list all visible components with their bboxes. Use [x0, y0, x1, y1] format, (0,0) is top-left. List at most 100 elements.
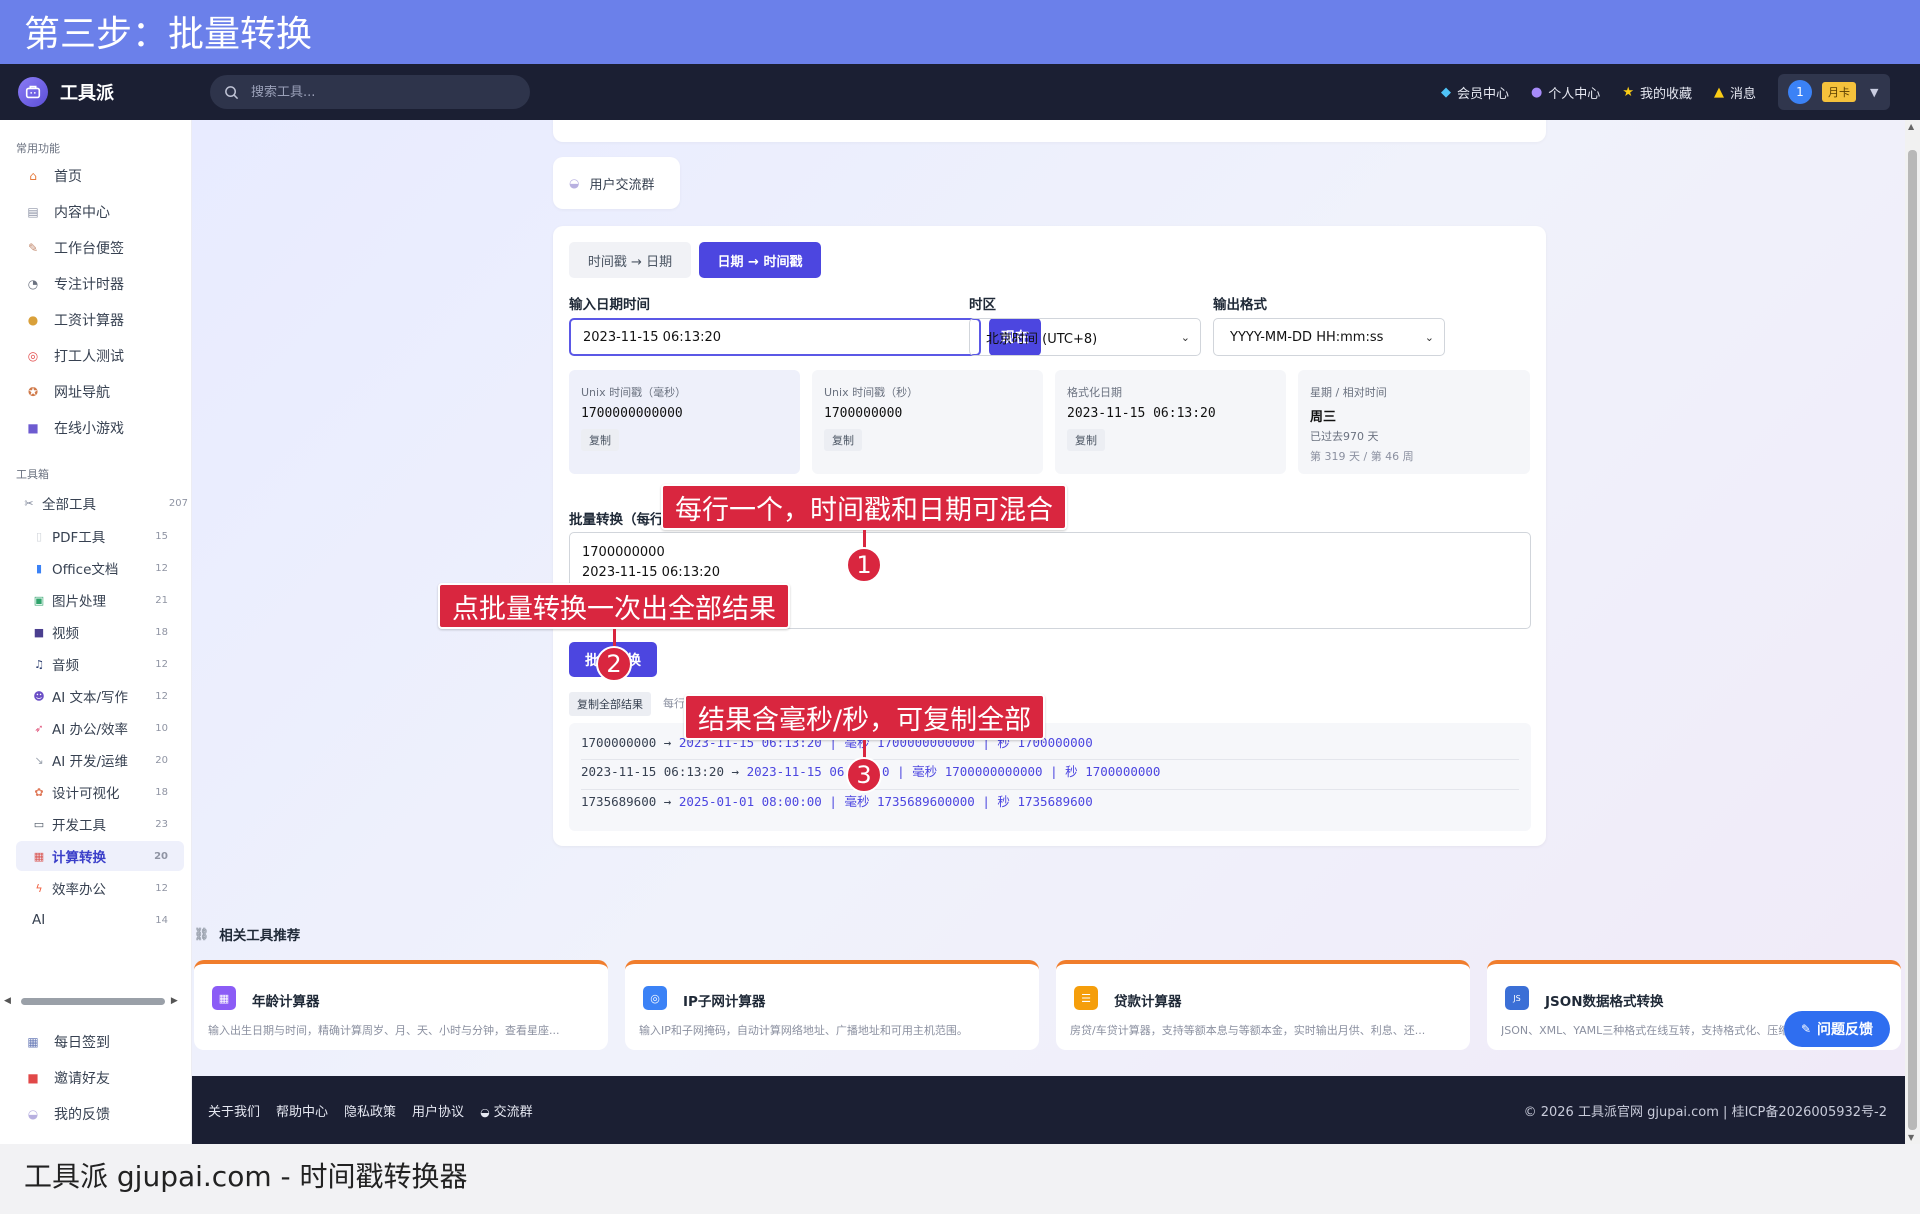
- sidebar-item-dev-tools[interactable]: ▭ 开发工具 23: [32, 811, 168, 837]
- timezone-label: 时区: [969, 297, 996, 313]
- music-icon: ♫: [34, 657, 44, 671]
- sidebar-item-ai[interactable]: AI 14: [32, 907, 168, 933]
- chat-icon: ◒: [569, 176, 580, 190]
- sidebar-item-nav[interactable]: ✪ 网址导航: [24, 380, 110, 404]
- copyright: © 2026 工具派官网 gjupai.com | 桂ICP备202600593…: [1523, 1104, 1887, 1120]
- sidebar-item-timer[interactable]: ◔ 专注计时器: [24, 272, 124, 296]
- tools-icon: ✂: [24, 496, 34, 510]
- sidebar-item-image[interactable]: ▣ 图片处理 21: [32, 587, 168, 613]
- timer-icon: ◔: [27, 277, 39, 291]
- memo-icon: ✎: [27, 241, 39, 255]
- memo-icon: ✎: [1800, 1022, 1812, 1036]
- sidebar-item-efficiency[interactable]: ϟ 效率办公 12: [32, 875, 168, 901]
- caption-banner: 工具派 gjupai.com - 时间戳转换器: [0, 1144, 1920, 1214]
- datetime-input[interactable]: [569, 318, 981, 356]
- annotation-badge-2: 2: [596, 646, 632, 682]
- sidebar-item-office[interactable]: ▮ Office文档 12: [32, 555, 168, 581]
- related-card-age-calculator[interactable]: ▦ 年龄计算器 输入出生日期与时间，精确计算周岁、月、天、小时与分钟，查看星座.…: [194, 960, 608, 1050]
- nav-profile[interactable]: ● 个人中心: [1531, 83, 1600, 102]
- sidebar-horizontal-scrollbar[interactable]: ◀ ▶: [4, 993, 188, 1009]
- sidebar-item-design[interactable]: ✿ 设计可视化 18: [32, 779, 168, 805]
- feedback-button[interactable]: ✎ 问题反馈: [1784, 1011, 1890, 1047]
- office-icon: ▮: [35, 561, 43, 575]
- sidebar-section-common: 常用功能: [16, 142, 60, 155]
- intro-panel-bottom: [553, 120, 1546, 142]
- lightning-icon: ϟ: [35, 881, 43, 895]
- per-line-hint: 每行: [663, 697, 685, 710]
- footer-link-about[interactable]: 关于我们: [208, 1101, 260, 1120]
- sidebar-item-ai-office[interactable]: ➶ AI 办公/效率 10: [32, 715, 168, 741]
- sidebar-item-video[interactable]: ■ 视频 18: [32, 619, 168, 645]
- chat-icon: ◒: [27, 1107, 39, 1121]
- calendar-icon: ▦: [27, 1035, 39, 1049]
- scroll-thumb[interactable]: [20, 997, 165, 1005]
- sidebar-item-invite[interactable]: ■ 邀请好友: [24, 1066, 110, 1090]
- person-icon: ●: [1530, 84, 1543, 100]
- search-input[interactable]: [251, 84, 501, 100]
- document-icon: ☰: [1074, 986, 1098, 1010]
- pdf-icon: ▯: [35, 529, 43, 543]
- related-card-ip-subnet[interactable]: ◎ IP子网计算器 输入IP和子网掩码，自动计算网络地址、广播地址和可用主机范围…: [625, 960, 1039, 1050]
- copy-seconds-button[interactable]: 复制: [824, 429, 862, 451]
- membership-badge: 月卡: [1822, 82, 1856, 102]
- compass-icon: ✪: [27, 385, 39, 399]
- output-format-select[interactable]: YYYY-MM-DD HH:mm:ss ⌄: [1213, 318, 1445, 356]
- result-formatted-date: 格式化日期 2023-11-15 06:13:20 复制: [1055, 370, 1286, 474]
- scroll-thumb[interactable]: [1908, 150, 1917, 1130]
- annotation-callout-3: 结果含毫秒/秒，可复制全部: [684, 694, 1046, 740]
- scroll-right-icon[interactable]: ▶: [171, 996, 178, 1006]
- chevron-down-icon: ⌄: [1424, 330, 1434, 344]
- sidebar-item-ai-writing[interactable]: ☻ AI 文本/写作 12: [32, 683, 168, 709]
- footer-link-terms[interactable]: 用户协议: [412, 1101, 464, 1120]
- copy-ms-button[interactable]: 复制: [581, 429, 619, 451]
- diamond-icon: ◆: [1440, 84, 1451, 100]
- sidebar-item-ai-dev[interactable]: ↘ AI 开发/运维 20: [32, 747, 168, 773]
- sidebar-item-games[interactable]: ■ 在线小游戏: [24, 416, 124, 440]
- sidebar-item-all-tools[interactable]: ✂ 全部工具 207: [22, 490, 188, 516]
- footer-link-community[interactable]: ◒ 交流群: [480, 1101, 533, 1120]
- sidebar-item-salary[interactable]: ● 工资计算器: [24, 308, 124, 332]
- sidebar-item-content[interactable]: ▤ 内容中心: [24, 200, 110, 224]
- sidebar-item-notes[interactable]: ✎ 工作台便签: [24, 236, 124, 260]
- toolbox-logo-icon: [18, 77, 48, 107]
- footer-link-help[interactable]: 帮助中心: [276, 1101, 328, 1120]
- related-tools-title: ⛓ 相关工具推荐: [194, 927, 301, 944]
- footer-link-privacy[interactable]: 隐私政策: [344, 1101, 396, 1120]
- result-seconds: Unix 时间戳（秒） 1700000000 复制: [812, 370, 1043, 474]
- community-group-button[interactable]: ◒ 用户交流群: [553, 157, 680, 209]
- chevron-down-icon: ⌄: [1180, 330, 1190, 344]
- sidebar-item-feedback[interactable]: ◒ 我的反馈: [24, 1102, 110, 1126]
- related-card-loan-calculator[interactable]: ☰ 贷款计算器 房贷/车贷计算器，支持等额本息与等额本金，实时输出月供、利息、还…: [1056, 960, 1470, 1050]
- step-banner: 第三步：批量转换: [0, 0, 1920, 64]
- scroll-down-icon[interactable]: ▼: [1908, 1133, 1914, 1142]
- sidebar-item-worker-test[interactable]: ◎ 打工人测试: [24, 344, 124, 368]
- brand-logo[interactable]: 工具派: [18, 77, 192, 107]
- copy-formatted-button[interactable]: 复制: [1067, 429, 1105, 451]
- link-icon: ⛓: [194, 927, 210, 941]
- tab-timestamp-to-date[interactable]: 时间戳 → 日期: [569, 242, 691, 278]
- scroll-up-icon[interactable]: ▲: [1908, 122, 1914, 131]
- timezone-select[interactable]: 北京时间 (UTC+8) ⌄: [969, 318, 1201, 356]
- star-icon: ★: [1622, 84, 1634, 100]
- sidebar-item-calc-convert[interactable]: ▦ 计算转换 20: [16, 841, 184, 871]
- timestamp-converter-card: 时间戳 → 日期 日期 → 时间戳 输入日期时间 现在 时区 北京时间 (UTC…: [553, 226, 1546, 846]
- scroll-left-icon[interactable]: ◀: [4, 996, 11, 1006]
- chat-icon: ◒: [480, 1105, 490, 1119]
- calendar-icon: ▦: [212, 986, 236, 1010]
- sidebar-item-pdf[interactable]: ▯ PDF工具 15: [32, 523, 168, 549]
- wrench-icon: ↘: [34, 753, 44, 767]
- nav-messages[interactable]: ▲ 消息: [1714, 83, 1756, 102]
- robot-icon: ☻: [33, 689, 45, 703]
- search-bar[interactable]: [210, 75, 530, 109]
- sidebar-item-audio[interactable]: ♫ 音频 12: [32, 651, 168, 677]
- sidebar: 常用功能 ⌂ 首页 ▤ 内容中心 ✎ 工作台便签 ◔ 专注计时器 ● 工资计算器 ◎ 打工人…: [0, 120, 192, 1144]
- laptop-icon: ▭: [33, 817, 45, 831]
- user-menu[interactable]: 1 月卡 ▼: [1778, 74, 1890, 110]
- sidebar-item-checkin[interactable]: ▦ 每日签到: [24, 1030, 110, 1054]
- page-scrollbar[interactable]: ▲ ▼: [1905, 120, 1920, 1144]
- nav-favorites[interactable]: ★ 我的收藏: [1622, 83, 1692, 102]
- sidebar-item-home[interactable]: ⌂ 首页: [24, 164, 82, 188]
- nav-vip-center[interactable]: ◆ 会员中心: [1441, 83, 1509, 102]
- tab-date-to-timestamp[interactable]: 日期 → 时间戳: [699, 242, 821, 278]
- copy-all-results-button[interactable]: 复制全部结果: [569, 692, 651, 716]
